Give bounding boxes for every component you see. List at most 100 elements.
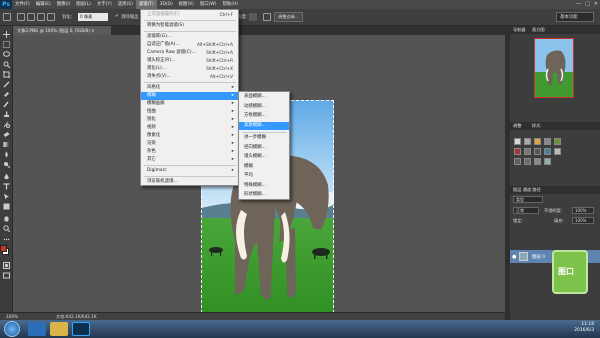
fill-input[interactable]: 100% bbox=[572, 217, 594, 224]
filter-menu-item[interactable]: 消失点(V)... Alt+Ctrl+V bbox=[141, 73, 238, 81]
type-tool-icon[interactable] bbox=[3, 183, 10, 190]
filter-menu-item[interactable]: 视频 ▸ bbox=[141, 124, 238, 132]
curves-icon[interactable] bbox=[534, 138, 541, 145]
healing-brush-tool-icon[interactable] bbox=[3, 91, 10, 98]
menu-item[interactable]: 编辑(E) bbox=[33, 0, 54, 9]
move-tool-icon[interactable] bbox=[3, 31, 10, 38]
zoom-level[interactable]: 100% bbox=[6, 314, 18, 319]
filter-menu-item[interactable]: 风格化 ▸ bbox=[141, 84, 238, 92]
screen-mode-icon[interactable] bbox=[3, 272, 10, 279]
close-button[interactable]: ✕ bbox=[594, 1, 598, 8]
channel-mixer-icon[interactable] bbox=[554, 148, 561, 155]
navigator-title[interactable]: 导航器 bbox=[513, 27, 526, 33]
color-balance-icon[interactable] bbox=[524, 148, 531, 155]
start-button[interactable] bbox=[4, 321, 20, 337]
blur-menu-item[interactable]: 动感模糊... bbox=[239, 103, 289, 111]
filter-menu-item[interactable]: 锐化 ▸ bbox=[141, 116, 238, 124]
document-tab[interactable]: 大象2.PNG @ 100% (图层 0, RGB/8) ✕ bbox=[13, 26, 111, 35]
styles-title[interactable]: 样式 bbox=[532, 123, 540, 129]
floating-badge[interactable]: 图口 bbox=[552, 250, 588, 294]
menu-item[interactable]: 图层(L) bbox=[73, 0, 94, 9]
navigator-thumbnail[interactable] bbox=[534, 38, 574, 98]
blend-mode-select[interactable]: 正常 bbox=[513, 207, 539, 214]
menu-item[interactable]: 文件(F) bbox=[12, 0, 33, 9]
filter-menu-item[interactable]: Digimarc ▸ bbox=[141, 167, 238, 175]
menu-item[interactable]: 文字(Y) bbox=[94, 0, 115, 9]
history-brush-tool-icon[interactable] bbox=[3, 121, 10, 128]
intersect-selection-icon[interactable] bbox=[47, 13, 55, 21]
clone-stamp-tool-icon[interactable] bbox=[3, 111, 10, 118]
opacity-input[interactable]: 100% bbox=[572, 207, 594, 214]
filter-menu-item[interactable]: 模糊画廊 ▸ bbox=[141, 100, 238, 108]
zoom-tool-icon[interactable] bbox=[3, 225, 10, 232]
posterize-icon[interactable] bbox=[524, 158, 531, 165]
vibrance-icon[interactable] bbox=[554, 138, 561, 145]
foreground-color-swatch[interactable] bbox=[0, 245, 7, 252]
gradient-tool-icon[interactable] bbox=[3, 141, 10, 148]
filter-menu-item[interactable]: 浏览联机滤镜... bbox=[141, 178, 238, 186]
layer-kind-filter[interactable]: 类型 bbox=[513, 196, 543, 203]
maximize-button[interactable]: □ bbox=[585, 1, 590, 8]
filter-menu-item[interactable]: 模糊 ▸ bbox=[141, 92, 238, 100]
antialias-checkbox[interactable]: ✔ bbox=[115, 14, 119, 19]
hand-tool-icon[interactable] bbox=[3, 215, 10, 222]
filter-menu-item[interactable]: Camera Raw 滤镜(C)... Shift+Ctrl+A bbox=[141, 49, 238, 57]
menu-item[interactable]: 选择(S) bbox=[115, 0, 136, 9]
filter-menu-item[interactable]: 渲染 ▸ bbox=[141, 140, 238, 148]
menu-item[interactable]: 3D(D) bbox=[157, 0, 176, 9]
blur-menu-item[interactable]: 表面模糊... bbox=[239, 93, 289, 101]
blur-menu-item[interactable]: 特殊模糊... bbox=[239, 182, 289, 190]
blur-menu-item[interactable]: 进一步模糊 bbox=[239, 134, 289, 142]
feather-input[interactable]: 0 像素 bbox=[78, 13, 108, 21]
menu-item[interactable]: 帮助(H) bbox=[219, 0, 241, 9]
gradient-map-icon[interactable] bbox=[544, 158, 551, 165]
adjustments-title[interactable]: 调整 bbox=[513, 123, 521, 129]
brightness-icon[interactable] bbox=[514, 138, 521, 145]
hue-saturation-icon[interactable] bbox=[514, 148, 521, 155]
layers-tabs[interactable]: 图层 通道 路径 bbox=[513, 187, 541, 193]
ie-taskbar-icon[interactable] bbox=[28, 322, 46, 336]
explorer-taskbar-icon[interactable] bbox=[50, 322, 68, 336]
menu-item[interactable]: 视图(V) bbox=[176, 0, 197, 9]
marquee-tool-icon[interactable] bbox=[3, 41, 10, 48]
layer-name[interactable]: 图层 0 bbox=[532, 254, 545, 260]
filter-menu-item[interactable]: 杂色 ▸ bbox=[141, 148, 238, 156]
filter-menu-item[interactable]: 镜头校正(R)... Shift+Ctrl+R bbox=[141, 57, 238, 65]
filter-menu-item[interactable]: 滤镜库(G)... bbox=[141, 33, 238, 41]
blur-menu-item[interactable]: 方框模糊... bbox=[239, 112, 289, 120]
height-input[interactable] bbox=[249, 13, 257, 21]
minimize-button[interactable]: — bbox=[576, 1, 581, 8]
tool-preset-icon[interactable] bbox=[3, 13, 11, 21]
levels-icon[interactable] bbox=[524, 138, 531, 145]
blur-tool-icon[interactable] bbox=[3, 151, 10, 158]
more-tools-icon[interactable] bbox=[3, 236, 10, 243]
system-clock[interactable]: 11:18 2016/6/3 bbox=[574, 322, 594, 334]
menu-item[interactable]: 滤镜(T) bbox=[135, 0, 157, 9]
blur-menu-item[interactable]: 镜头模糊... bbox=[239, 153, 289, 161]
filter-menu-item[interactable]: 上次滤镜操作(F) Ctrl+F bbox=[141, 11, 238, 19]
black-white-icon[interactable] bbox=[534, 148, 541, 155]
eraser-tool-icon[interactable] bbox=[3, 131, 10, 138]
eye-icon[interactable]: ● bbox=[512, 254, 516, 260]
brush-tool-icon[interactable] bbox=[3, 101, 10, 108]
workspace-select[interactable]: 基本功能 bbox=[556, 12, 594, 22]
brush-icon[interactable] bbox=[263, 13, 271, 21]
add-selection-icon[interactable] bbox=[27, 13, 35, 21]
blur-menu-item[interactable]: 高斯模糊... bbox=[239, 121, 289, 130]
invert-icon[interactable] bbox=[514, 158, 521, 165]
threshold-icon[interactable] bbox=[534, 158, 541, 165]
blur-menu-item[interactable]: 径向模糊... bbox=[239, 144, 289, 152]
lasso-tool-icon[interactable] bbox=[3, 51, 10, 58]
filter-menu-item[interactable]: 转换为智能滤镜(S) bbox=[141, 22, 238, 30]
dodge-tool-icon[interactable] bbox=[3, 161, 10, 168]
eyedropper-tool-icon[interactable] bbox=[3, 81, 10, 88]
crop-tool-icon[interactable] bbox=[3, 71, 10, 78]
pen-tool-icon[interactable] bbox=[3, 173, 10, 180]
blur-menu-item[interactable]: 形状模糊... bbox=[239, 191, 289, 199]
exposure-icon[interactable] bbox=[544, 138, 551, 145]
histogram-title[interactable]: 直方图 bbox=[532, 27, 545, 33]
filter-menu-item[interactable]: 像素化 ▸ bbox=[141, 132, 238, 140]
filter-menu-item[interactable]: 其它 ▸ bbox=[141, 156, 238, 164]
shape-tool-icon[interactable] bbox=[3, 203, 10, 210]
blur-menu-item[interactable]: 平均 bbox=[239, 172, 289, 180]
